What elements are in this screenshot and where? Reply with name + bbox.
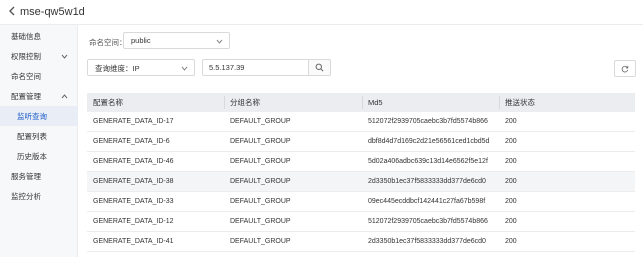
cell-push-status: 200	[505, 118, 517, 125]
search-icon	[315, 63, 324, 72]
listener-table: 配置名称 分组名称 Md5 推送状态 GENERATE_DATA_ID-17 D…	[87, 93, 635, 252]
cell-config-name: GENERATE_DATA_ID-41	[93, 238, 174, 245]
sidebar-item-label: 配置管理	[11, 91, 41, 101]
sidebar-item-config-management[interactable]: 配置管理	[0, 86, 78, 106]
cell-group-name: DEFAULT_GROUP	[230, 118, 291, 125]
back-arrow-icon[interactable]	[6, 5, 18, 17]
cell-config-name: GENERATE_DATA_ID-46	[93, 158, 174, 165]
sidebar-item-label: 配置列表	[17, 131, 47, 141]
cell-config-name: GENERATE_DATA_ID-38	[93, 178, 174, 185]
table-row: GENERATE_DATA_ID-41 DEFAULT_GROUP 2d3350…	[87, 232, 635, 252]
chevron-down-icon	[180, 64, 188, 72]
sidebar-item-history-version[interactable]: 历史版本	[0, 146, 78, 166]
table-row: GENERATE_DATA_ID-38 DEFAULT_GROUP 2d3350…	[87, 172, 635, 192]
sidebar-item-label: 监控分析	[11, 191, 41, 201]
column-header-md5: Md5	[368, 98, 383, 107]
cell-group-name: DEFAULT_GROUP	[230, 198, 291, 205]
table-header-row: 配置名称 分组名称 Md5 推送状态	[87, 93, 635, 112]
cell-md5: 2d3350b1ec37f5833333dd377de6cd0	[368, 178, 486, 185]
column-header-config-name: 配置名称	[93, 98, 123, 107]
top-header: mse-qw5w1d	[0, 0, 643, 25]
sidebar-item-label: 权限控制	[11, 51, 41, 61]
column-divider	[362, 96, 363, 109]
cell-md5: dbf8d4d7d169c2d21e56561ced1cbd5d	[368, 138, 490, 145]
cell-group-name: DEFAULT_GROUP	[230, 138, 291, 145]
namespace-label: 命名空间：	[89, 38, 127, 47]
refresh-icon	[621, 65, 629, 72]
sidebar-item-label: 命名空间	[11, 71, 41, 81]
column-header-group-name: 分组名称	[230, 98, 260, 107]
sidebar-item-listener-query[interactable]: 监听查询	[0, 106, 78, 126]
table-row: GENERATE_DATA_ID-33 DEFAULT_GROUP 09ec44…	[87, 192, 635, 212]
column-header-push-status: 推送状态	[505, 98, 535, 107]
cell-config-name: GENERATE_DATA_ID-12	[93, 218, 174, 225]
table-row: GENERATE_DATA_ID-6 DEFAULT_GROUP dbf8d4d…	[87, 132, 635, 152]
cell-push-status: 200	[505, 218, 517, 225]
cell-push-status: 200	[505, 158, 517, 165]
sidebar-item-label: 基础信息	[11, 31, 41, 41]
sidebar-item-config-list[interactable]: 配置列表	[0, 126, 78, 146]
table-row: GENERATE_DATA_ID-12 DEFAULT_GROUP 512072…	[87, 212, 635, 232]
cell-config-name: GENERATE_DATA_ID-17	[93, 118, 174, 125]
sidebar: 基础信息 权限控制 命名空间 配置管理 监听查询 配置列表 历史版本 服务管理 …	[0, 25, 78, 257]
sidebar-item-monitoring-analysis[interactable]: 监控分析	[0, 186, 78, 206]
page-title: mse-qw5w1d	[20, 6, 85, 18]
sidebar-item-namespace[interactable]: 命名空间	[0, 66, 78, 86]
cell-push-status: 200	[505, 178, 517, 185]
sidebar-item-label: 监听查询	[17, 111, 47, 121]
cell-push-status: 200	[505, 138, 517, 145]
sidebar-item-label: 服务管理	[11, 171, 41, 181]
sidebar-item-access-control[interactable]: 权限控制	[0, 46, 78, 66]
cell-push-status: 200	[505, 198, 517, 205]
cell-config-name: GENERATE_DATA_ID-33	[93, 198, 174, 205]
chevron-up-icon	[60, 92, 68, 100]
cell-group-name: DEFAULT_GROUP	[230, 178, 291, 185]
query-dimension-select[interactable]: 查询维度：IP	[87, 59, 195, 76]
cell-md5: 09ec445ecddbcf142441c27fa67b598f	[368, 198, 486, 205]
chevron-down-icon	[60, 52, 68, 60]
cell-push-status: 200	[505, 238, 517, 245]
cell-group-name: DEFAULT_GROUP	[230, 218, 291, 225]
cell-group-name: DEFAULT_GROUP	[230, 158, 291, 165]
sidebar-item-service-management[interactable]: 服务管理	[0, 166, 78, 186]
namespace-select[interactable]: public	[123, 32, 230, 49]
cell-config-name: GENERATE_DATA_ID-6	[93, 138, 170, 145]
ip-search-input[interactable]	[202, 59, 308, 76]
cell-md5: 512072f2939705caebc3b7fd5574b866	[368, 218, 488, 225]
sidebar-item-label: 历史版本	[17, 151, 47, 161]
table-row: GENERATE_DATA_ID-46 DEFAULT_GROUP 5d02a4…	[87, 152, 635, 172]
sidebar-item-basic-info[interactable]: 基础信息	[0, 26, 78, 46]
refresh-button[interactable]	[614, 60, 636, 77]
chevron-down-icon	[215, 37, 223, 45]
search-button[interactable]	[308, 59, 331, 76]
table-row: GENERATE_DATA_ID-17 DEFAULT_GROUP 512072…	[87, 112, 635, 132]
namespace-select-value: public	[131, 36, 151, 45]
query-dimension-value: 查询维度：IP	[95, 64, 140, 73]
cell-md5: 5d02a406adbc639c13d14e6562f5e12f	[368, 158, 488, 165]
cell-md5: 512072f2939705caebc3b7fd5574b866	[368, 118, 488, 125]
cell-md5: 2d3350b1ec37f5833333dd377de6cd0	[368, 238, 486, 245]
column-divider	[224, 96, 225, 109]
column-divider	[499, 96, 500, 109]
cell-group-name: DEFAULT_GROUP	[230, 238, 291, 245]
